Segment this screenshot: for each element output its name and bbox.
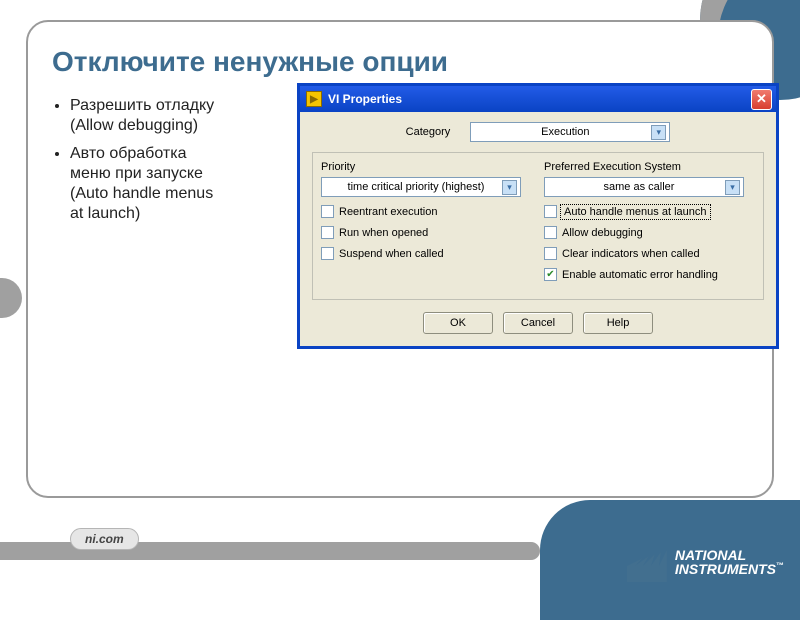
- eagle-icon: [627, 542, 667, 582]
- execution-group: Priority time critical priority (highest…: [312, 152, 764, 300]
- brand-logo: NATIONAL INSTRUMENTS™: [627, 542, 784, 582]
- priority-label: Priority: [321, 161, 532, 173]
- close-icon[interactable]: ✕: [751, 89, 772, 110]
- checkbox-suspend[interactable]: [321, 247, 334, 260]
- bullet-item: Авто обработка меню при запуске (Auto ha…: [70, 144, 222, 224]
- app-icon: ▶: [306, 91, 322, 107]
- slide-title: Отключите ненужные опции: [52, 46, 748, 78]
- help-button[interactable]: Help: [583, 312, 653, 334]
- site-pill: ni.com: [70, 528, 139, 550]
- checkbox-auto-menus[interactable]: [544, 205, 557, 218]
- chevron-down-icon: ▾: [651, 125, 666, 140]
- bullet-item: Разрешить отладку (Allow debugging): [70, 96, 222, 136]
- pes-label: Preferred Execution System: [544, 161, 755, 173]
- bullet-list: Разрешить отладку (Allow debugging) Авто…: [52, 96, 222, 232]
- vi-properties-dialog: ▶ VI Properties ✕ Category Execution ▾ P…: [298, 84, 778, 348]
- titlebar[interactable]: ▶ VI Properties ✕: [300, 86, 776, 112]
- window-title: VI Properties: [328, 92, 402, 106]
- checkbox-run-opened[interactable]: [321, 226, 334, 239]
- pes-select[interactable]: same as caller ▾: [544, 177, 744, 197]
- checkbox-allow-debug[interactable]: [544, 226, 557, 239]
- ok-button[interactable]: OK: [423, 312, 493, 334]
- category-select[interactable]: Execution ▾: [470, 122, 670, 142]
- priority-select[interactable]: time critical priority (highest) ▾: [321, 177, 521, 197]
- category-label: Category: [406, 126, 451, 138]
- cancel-button[interactable]: Cancel: [503, 312, 573, 334]
- checkbox-reentrant[interactable]: [321, 205, 334, 218]
- checkbox-clear-ind[interactable]: [544, 247, 557, 260]
- checkbox-auto-error[interactable]: ✔: [544, 268, 557, 281]
- chevron-down-icon: ▾: [725, 180, 740, 195]
- chevron-down-icon: ▾: [502, 180, 517, 195]
